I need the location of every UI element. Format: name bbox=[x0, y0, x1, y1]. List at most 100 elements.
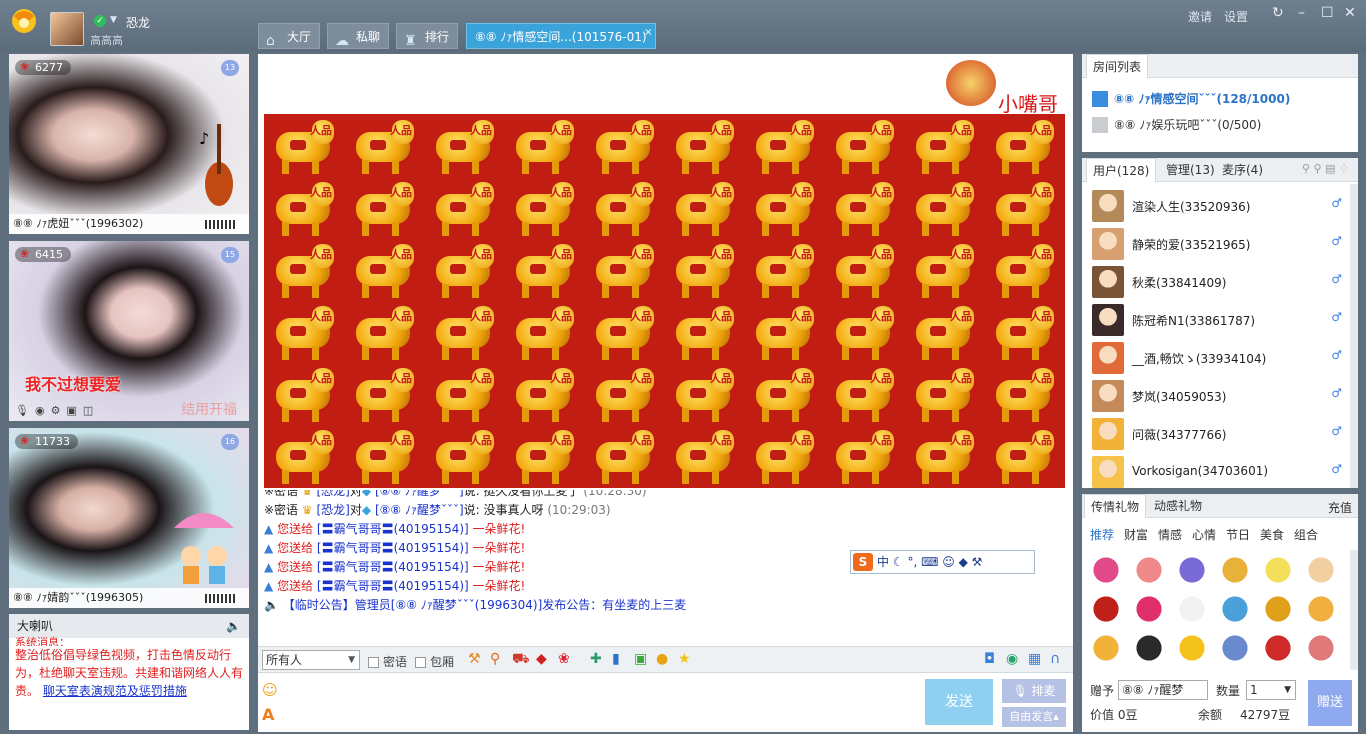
chevron-down-icon[interactable]: ▼ bbox=[110, 15, 117, 25]
message-input[interactable]: ☺ A 发送 🎙 排麦 自由发言▴ bbox=[258, 672, 1073, 732]
heart-cake-icon[interactable] bbox=[1133, 554, 1165, 586]
shield-icon[interactable]: ◘ bbox=[984, 651, 995, 667]
user-list-item[interactable]: 秋柔(33841409) ♂ bbox=[1092, 266, 1342, 300]
hand-icon[interactable] bbox=[1305, 554, 1337, 586]
minimize-icon[interactable]: – bbox=[1298, 5, 1305, 21]
ice-cream-icon[interactable] bbox=[1262, 554, 1294, 586]
car-icon[interactable]: ⛟ bbox=[512, 651, 530, 669]
give-to-select[interactable]: ⑧⑧ ﾉｧ醒梦 bbox=[1118, 680, 1208, 700]
give-gift-button[interactable]: 赠送 bbox=[1308, 680, 1352, 726]
receiver-name[interactable]: [⑧⑧ ﾉｧ醒梦ˇˇˇ] bbox=[375, 503, 464, 517]
couple-icon[interactable] bbox=[1219, 593, 1251, 625]
tab-admins[interactable]: 管理(13) bbox=[1160, 158, 1221, 182]
maximize-icon[interactable]: ☐ bbox=[1321, 5, 1334, 21]
punctuation-icon[interactable]: °, bbox=[907, 555, 917, 569]
gift-grid-scrollbar[interactable] bbox=[1350, 550, 1358, 670]
kiss-icon[interactable] bbox=[1133, 593, 1165, 625]
online-status-icon[interactable]: ✓ bbox=[94, 15, 106, 27]
cake-icon[interactable] bbox=[1305, 593, 1337, 625]
tab-mic-queue[interactable]: 麦序(4) bbox=[1216, 158, 1269, 182]
queue-mic-button[interactable]: 🎙 排麦 bbox=[1002, 679, 1066, 703]
tab-current-room[interactable]: ⑧⑧ ﾉｧ情感空间...(101576-01) × bbox=[466, 23, 656, 49]
medal-icon[interactable]: ● bbox=[656, 651, 668, 667]
gift-category-tab[interactable]: 财富 bbox=[1124, 526, 1148, 543]
user-list-item[interactable]: 陈冠希N1(33861787) ♂ bbox=[1092, 304, 1342, 338]
close-window-icon[interactable]: ✕ bbox=[1344, 5, 1356, 21]
recharge-link[interactable]: 充值 bbox=[1328, 499, 1352, 516]
settings-link[interactable]: 设置 bbox=[1224, 8, 1248, 25]
tab-affection-gifts[interactable]: 传情礼物 bbox=[1084, 494, 1147, 518]
video-slot-1[interactable]: ♪ ❀ 6277 13 ⑧⑧ ﾉｧ虎妞ˇˇˇ(1996302) bbox=[9, 54, 249, 234]
diamond-icon[interactable]: ◆ bbox=[536, 651, 547, 667]
gift-receiver[interactable]: [〓霸气哥哥〓(40195154)] bbox=[317, 579, 469, 593]
tea-cup-icon[interactable] bbox=[1176, 593, 1208, 625]
shirt-icon[interactable]: ◆ bbox=[959, 555, 968, 569]
bouquet-icon[interactable] bbox=[1262, 632, 1294, 664]
ime-mode[interactable]: 中 bbox=[877, 555, 889, 569]
font-icon[interactable]: A bbox=[262, 705, 274, 724]
sender-name[interactable]: [恐龙] bbox=[316, 490, 349, 498]
user-list-scrollbar[interactable] bbox=[1350, 184, 1358, 488]
user-avatar[interactable] bbox=[1092, 190, 1124, 222]
rose-icon[interactable]: ❀ bbox=[558, 651, 570, 667]
user-list-item[interactable]: 问薇(34377766) ♂ bbox=[1092, 418, 1342, 452]
gift-category-tab[interactable]: 美食 bbox=[1260, 526, 1284, 543]
user-avatar[interactable] bbox=[1092, 342, 1124, 374]
user-avatar[interactable] bbox=[1092, 380, 1124, 412]
lollipop-icon[interactable] bbox=[1176, 554, 1208, 586]
user-avatar[interactable] bbox=[1092, 228, 1124, 260]
user-avatar[interactable] bbox=[1092, 418, 1124, 450]
chart-icon[interactable]: ▮ bbox=[612, 651, 620, 667]
puzzle-icon[interactable]: ✚ bbox=[590, 651, 602, 667]
tab-users[interactable]: 用户(128) bbox=[1086, 158, 1157, 182]
search-icon[interactable]: ⚲ ⚲ ▤ ♢ bbox=[1302, 162, 1349, 175]
user-list-item[interactable]: 静荣的爱(33521965) ♂ bbox=[1092, 228, 1342, 262]
tab-lobby[interactable]: ⌂ 大厅 bbox=[258, 23, 321, 49]
rules-link[interactable]: 聊天室表演规范及惩罚措施 bbox=[43, 684, 187, 698]
signature[interactable]: 高高高 bbox=[90, 32, 123, 48]
gift-receiver[interactable]: [〓霸气哥哥〓(40195154)] bbox=[317, 560, 469, 574]
user-list-item[interactable]: 梦岚(34059053) ♂ bbox=[1092, 380, 1342, 414]
sender-name[interactable]: [恐龙] bbox=[316, 503, 349, 517]
globe-icon[interactable]: ◉ bbox=[1006, 651, 1018, 667]
user-avatar[interactable] bbox=[1092, 456, 1124, 488]
sogou-ime-icon[interactable]: S bbox=[853, 553, 873, 571]
receiver-name[interactable]: [⑧⑧ ﾉｧ醒梦ˇˇˇ] bbox=[375, 490, 464, 498]
user-list-item[interactable]: Vorkosigan(34703601) ♂ bbox=[1092, 456, 1342, 490]
hammer-icon[interactable]: ⚒ bbox=[468, 651, 481, 667]
room-item[interactable]: ⑧⑧ ﾉｧ娱乐玩吧ˇˇˇ(0/500) bbox=[1092, 116, 1261, 133]
free-speak-button[interactable]: 自由发言▴ bbox=[1002, 707, 1066, 727]
lucky-wheel-icon[interactable] bbox=[1219, 554, 1251, 586]
room-item[interactable]: ⑧⑧ ﾉｧ情感空间ˇˇˇ(128/1000) bbox=[1092, 90, 1290, 107]
avatar[interactable] bbox=[50, 12, 84, 46]
video-slot-2[interactable]: ❀ 6415 15 我不过想要爱 结用开福 🎙◉⚙▣◫ bbox=[9, 241, 249, 421]
gift-category-tab[interactable]: 推荐 bbox=[1090, 526, 1114, 543]
user-avatar[interactable] bbox=[1092, 304, 1124, 336]
gift-category-tab[interactable]: 节日 bbox=[1226, 526, 1250, 543]
horse-icon[interactable] bbox=[1262, 593, 1294, 625]
tab-room-list[interactable]: 房间列表 bbox=[1086, 54, 1149, 78]
star-icon[interactable]: ★ bbox=[678, 651, 691, 667]
tab-private-chat[interactable]: ☁ 私聊 bbox=[327, 23, 390, 49]
gift-receiver[interactable]: [〓霸气哥哥〓(40195154)] bbox=[317, 541, 469, 555]
video-slot-3[interactable]: ❀ 11733 16 ⑧⑧ ﾉｧ婧韵ˇˇˇ(1996305) bbox=[9, 428, 249, 608]
ad-icon[interactable]: ▣ bbox=[634, 651, 647, 667]
close-icon[interactable]: × bbox=[644, 20, 652, 46]
tab-animated-gifts[interactable]: 动感礼物 bbox=[1148, 494, 1208, 518]
gift-receiver[interactable]: [〓霸气哥哥〓(40195154)] bbox=[317, 522, 469, 536]
ime-toolbar[interactable]: S 中 ☾ °, ⌨ ☺ ◆ ⚒ bbox=[850, 550, 1035, 574]
refresh-icon[interactable]: ↻ bbox=[1272, 5, 1284, 21]
video-controls[interactable]: 🎙◉⚙▣◫ bbox=[15, 404, 99, 417]
sports-car-icon[interactable] bbox=[1133, 632, 1165, 664]
tab-ranking[interactable]: ♜ 排行 bbox=[396, 23, 459, 49]
user-icon[interactable]: ☺ bbox=[942, 555, 955, 569]
cat-icon[interactable] bbox=[1090, 632, 1122, 664]
gift-category-tab[interactable]: 心情 bbox=[1192, 526, 1216, 543]
flower-ball-icon[interactable] bbox=[1090, 554, 1122, 586]
rose-icon[interactable] bbox=[1090, 593, 1122, 625]
screenshot-icon[interactable]: ▦ bbox=[1028, 651, 1041, 667]
send-button[interactable]: 发送 bbox=[925, 679, 993, 725]
headset-icon[interactable]: ∩ bbox=[1050, 651, 1060, 667]
search-icon[interactable]: ⚲ bbox=[490, 651, 500, 667]
recipient-select[interactable]: 所有人 ▼ bbox=[262, 650, 360, 670]
